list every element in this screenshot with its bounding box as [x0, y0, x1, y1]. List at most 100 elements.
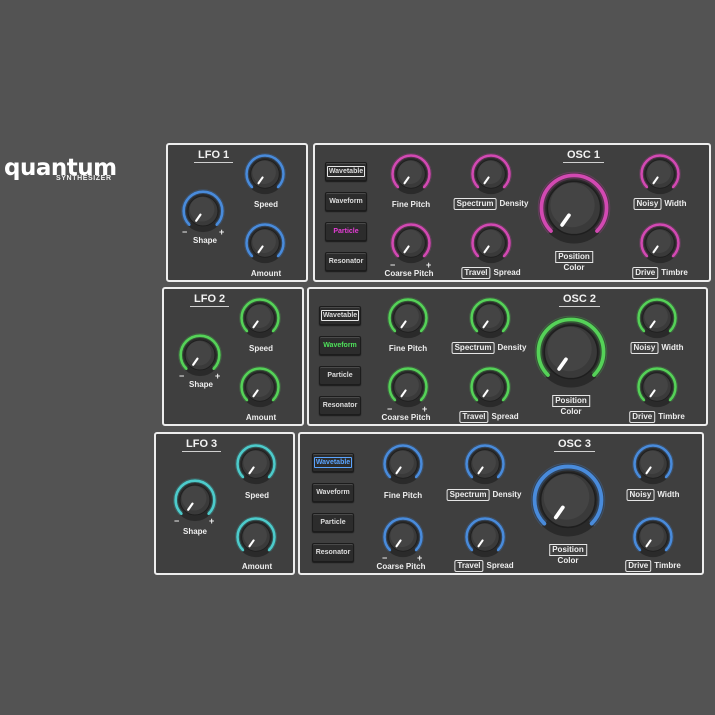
- osc2-coarse-pitch-label: Coarse Pitch: [381, 413, 431, 422]
- osc1-width-knob[interactable]: [639, 153, 681, 195]
- osc1-fine-pitch-knob[interactable]: [390, 153, 432, 195]
- logo-subtitle: SYNTHESIZER: [56, 175, 112, 182]
- osc1-position-tag[interactable]: Position: [555, 251, 593, 263]
- osc3-particle-button[interactable]: Particle: [312, 513, 354, 532]
- travel-tag[interactable]: Travel: [454, 560, 484, 572]
- osc1-waveform-button[interactable]: Waveform: [325, 192, 367, 211]
- plus-sign: +: [219, 227, 225, 237]
- osc3-fine-pitch-label: Fine Pitch: [383, 491, 423, 500]
- osc1-color-label: Color: [563, 263, 585, 272]
- lfo3-speed-label: Speed: [244, 491, 270, 500]
- osc3-fine-pitch-knob[interactable]: [382, 443, 424, 485]
- lfo3-panel: LFO 3 − + Shape Speed Amount: [154, 432, 295, 575]
- lfo3-title: LFO 3: [182, 438, 222, 452]
- drive-tag[interactable]: Drive: [625, 560, 652, 572]
- lfo2-amount-label: Amount: [245, 413, 277, 422]
- osc1-timbre-label: Drive Timbre: [632, 267, 688, 279]
- osc3-density-knob[interactable]: [464, 443, 506, 485]
- drive-tag[interactable]: Drive: [629, 411, 656, 423]
- osc1-resonator-button[interactable]: Resonator: [325, 252, 367, 271]
- travel-tag[interactable]: Travel: [459, 411, 489, 423]
- osc3-spread-label: Travel Spread: [454, 560, 514, 572]
- lfo1-panel: LFO 1 − + Shape Speed Amount: [166, 143, 308, 282]
- osc3-color-label: Color: [557, 556, 579, 565]
- osc3-panel: OSC 3 Wavetable Waveform Particle Resona…: [298, 432, 704, 575]
- osc3-spread-knob[interactable]: [464, 516, 506, 558]
- osc2-color-knob[interactable]: [534, 315, 608, 389]
- osc1-spread-knob[interactable]: [470, 222, 512, 264]
- noisy-tag[interactable]: Noisy: [630, 342, 659, 354]
- osc1-panel: OSC 1 Wavetable Waveform Particle Resona…: [313, 143, 711, 282]
- drive-tag[interactable]: Drive: [632, 267, 659, 279]
- osc2-panel: OSC 2 Wavetable Waveform Particle Resona…: [307, 287, 708, 426]
- osc2-spread-knob[interactable]: [469, 366, 511, 408]
- lfo3-speed-knob[interactable]: [235, 443, 277, 485]
- plus-sign: +: [209, 516, 215, 526]
- osc1-width-label: Noisy Width: [633, 198, 686, 210]
- osc2-title: OSC 2: [559, 293, 601, 307]
- spectrum-tag[interactable]: Spectrum: [446, 489, 490, 501]
- osc2-width-knob[interactable]: [636, 297, 678, 339]
- osc1-particle-button[interactable]: Particle: [325, 222, 367, 241]
- lfo3-shape-label: Shape: [182, 527, 208, 536]
- osc3-timbre-knob[interactable]: [632, 516, 674, 558]
- osc3-wavetable-button[interactable]: Wavetable: [312, 453, 354, 472]
- lfo2-amount-knob[interactable]: [239, 366, 281, 408]
- osc3-waveform-button[interactable]: Waveform: [312, 483, 354, 502]
- osc2-timbre-knob[interactable]: [636, 366, 678, 408]
- osc2-coarse-pitch-knob[interactable]: [387, 366, 429, 408]
- lfo1-shape-label: Shape: [192, 236, 218, 245]
- lfo3-amount-label: Amount: [241, 562, 273, 571]
- lfo1-title: LFO 1: [194, 149, 234, 163]
- lfo2-speed-label: Speed: [248, 344, 274, 353]
- noisy-tag[interactable]: Noisy: [633, 198, 662, 210]
- travel-tag[interactable]: Travel: [461, 267, 491, 279]
- lfo1-amount-label: Amount: [250, 269, 282, 278]
- osc3-density-label: Spectrum Density: [446, 489, 521, 501]
- osc2-position-tag[interactable]: Position: [552, 395, 590, 407]
- spectrum-tag[interactable]: Spectrum: [451, 342, 495, 354]
- osc1-density-knob[interactable]: [470, 153, 512, 195]
- osc2-resonator-button[interactable]: Resonator: [319, 396, 361, 415]
- minus-sign: −: [182, 227, 188, 237]
- osc3-coarse-pitch-knob[interactable]: [382, 516, 424, 558]
- osc1-color-knob[interactable]: [537, 171, 611, 245]
- osc3-position-tag[interactable]: Position: [549, 544, 587, 556]
- lfo2-panel: LFO 2 − + Shape Speed Amount: [162, 287, 304, 426]
- osc1-wavetable-button[interactable]: Wavetable: [325, 162, 367, 181]
- osc1-spread-label: Travel Spread: [461, 267, 521, 279]
- lfo2-shape-label: Shape: [188, 380, 214, 389]
- osc2-fine-pitch-knob[interactable]: [387, 297, 429, 339]
- osc1-coarse-pitch-label: Coarse Pitch: [384, 269, 434, 278]
- osc2-density-knob[interactable]: [469, 297, 511, 339]
- quantum-logo: quantum SYNTHESIZER: [4, 157, 144, 183]
- osc2-waveform-button[interactable]: Waveform: [319, 336, 361, 355]
- osc2-density-label: Spectrum Density: [451, 342, 526, 354]
- osc2-fine-pitch-label: Fine Pitch: [388, 344, 428, 353]
- osc2-particle-button[interactable]: Particle: [319, 366, 361, 385]
- osc3-resonator-button[interactable]: Resonator: [312, 543, 354, 562]
- osc3-coarse-pitch-label: Coarse Pitch: [376, 562, 426, 571]
- osc1-fine-pitch-label: Fine Pitch: [391, 200, 431, 209]
- osc1-title: OSC 1: [563, 149, 605, 163]
- lfo1-amount-knob[interactable]: [244, 222, 286, 264]
- osc3-width-knob[interactable]: [632, 443, 674, 485]
- osc1-coarse-pitch-knob[interactable]: [390, 222, 432, 264]
- osc1-density-label: Spectrum Density: [453, 198, 528, 210]
- osc2-spread-label: Travel Spread: [459, 411, 519, 423]
- minus-sign: −: [174, 516, 180, 526]
- osc2-wavetable-button[interactable]: Wavetable: [319, 306, 361, 325]
- spectrum-tag[interactable]: Spectrum: [453, 198, 497, 210]
- lfo2-speed-knob[interactable]: [239, 297, 281, 339]
- lfo2-title: LFO 2: [190, 293, 230, 307]
- osc3-timbre-label: Drive Timbre: [625, 560, 681, 572]
- lfo1-speed-knob[interactable]: [244, 153, 286, 195]
- osc3-title: OSC 3: [554, 438, 596, 452]
- osc3-color-knob[interactable]: [530, 462, 606, 538]
- noisy-tag[interactable]: Noisy: [626, 489, 655, 501]
- osc1-timbre-knob[interactable]: [639, 222, 681, 264]
- osc3-width-label: Noisy Width: [626, 489, 679, 501]
- lfo3-amount-knob[interactable]: [235, 516, 277, 558]
- plus-sign: +: [215, 371, 221, 381]
- osc2-width-label: Noisy Width: [630, 342, 683, 354]
